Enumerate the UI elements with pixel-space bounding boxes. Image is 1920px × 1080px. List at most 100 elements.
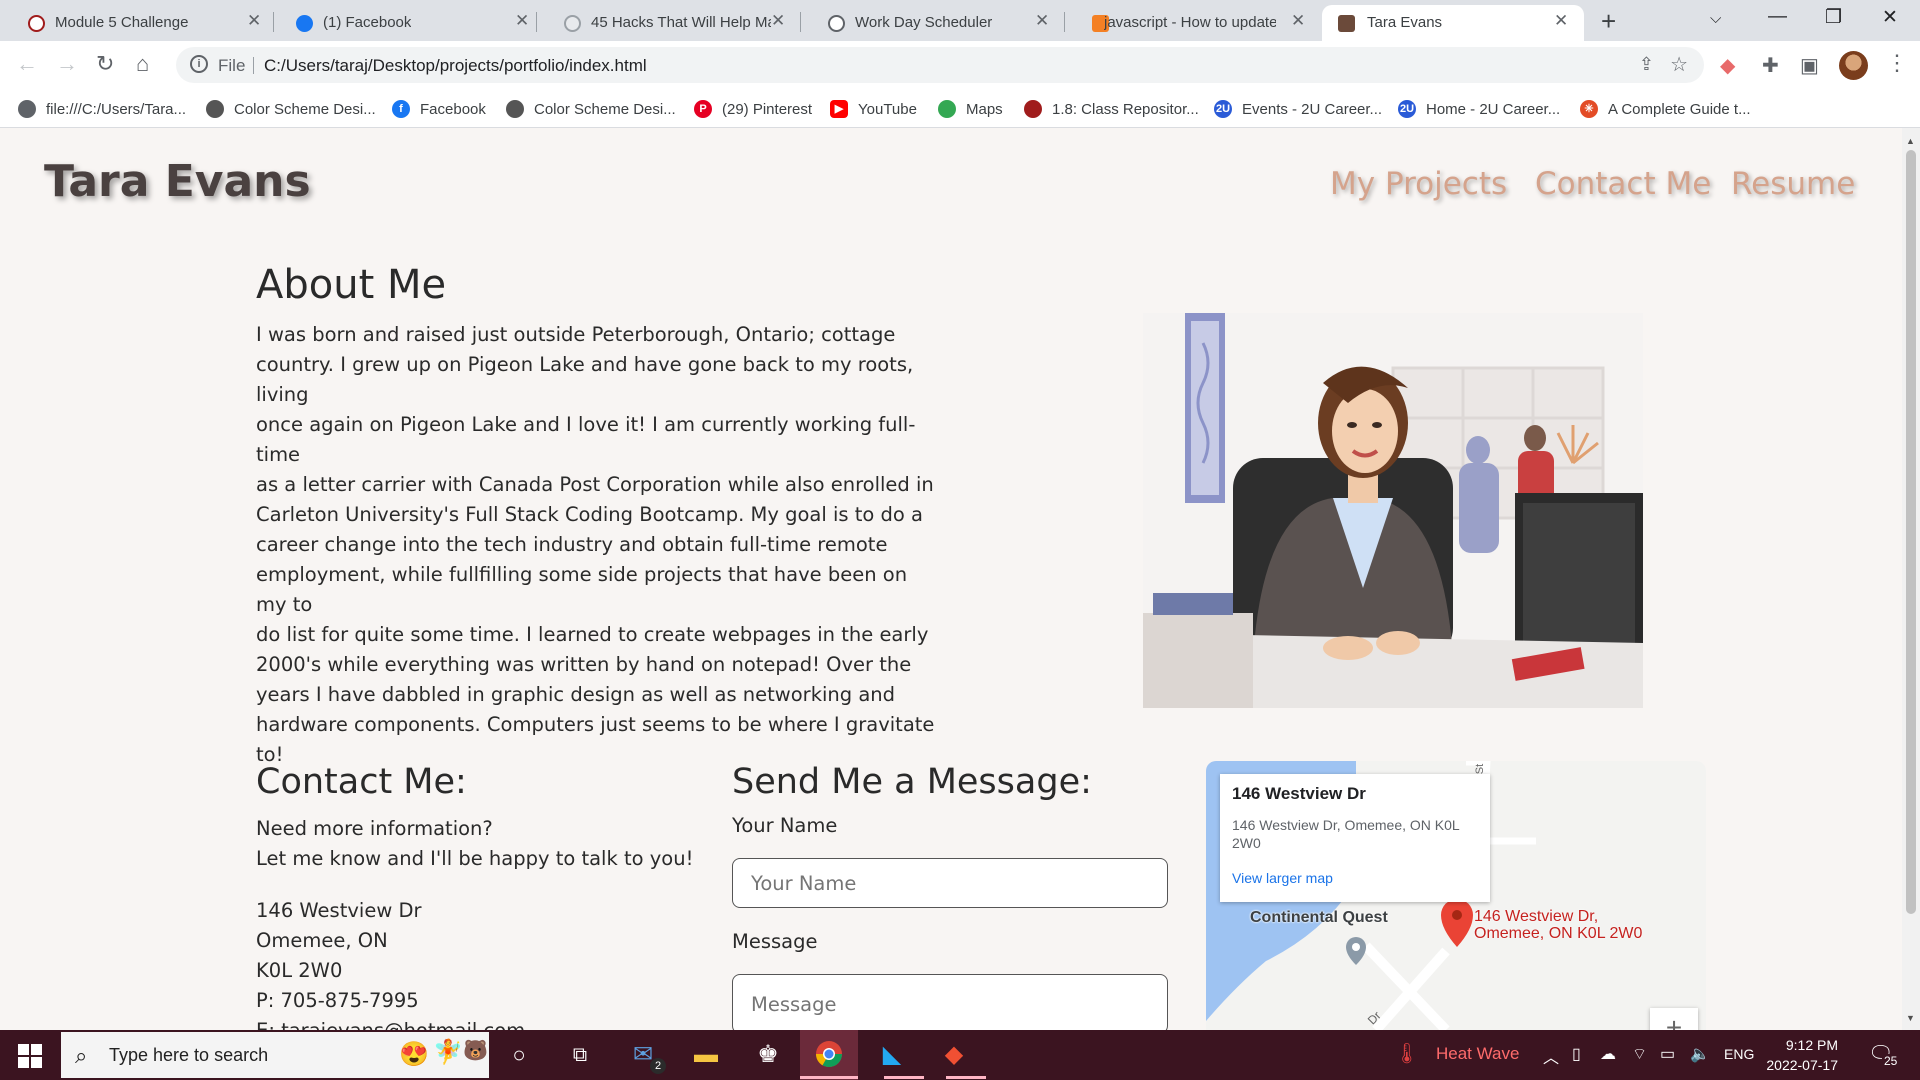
illustration-svg bbox=[1143, 313, 1643, 708]
view-larger-map-link[interactable]: View larger map bbox=[1232, 870, 1478, 886]
map-marker-line: Omemee, ON K0L 2W0 bbox=[1474, 925, 1643, 942]
map-card-title: 146 Westview Dr bbox=[1232, 784, 1366, 803]
bookmark-item[interactable]: ▶ YouTube bbox=[830, 97, 917, 121]
map-zoom-in-button[interactable]: + bbox=[1650, 1008, 1698, 1030]
restore-button[interactable]: ❐ bbox=[1825, 6, 1842, 29]
page-scrollbar[interactable]: ▲ ▼ bbox=[1902, 128, 1920, 1030]
home-button[interactable]: ⌂ bbox=[136, 51, 149, 77]
side-panel-icon[interactable]: ▣ bbox=[1800, 53, 1819, 78]
close-tab-icon[interactable]: ✕ bbox=[247, 11, 261, 31]
google-map-embed[interactable]: 146 Westview Dr 146 Westview Dr, Omemee,… bbox=[1206, 761, 1706, 1030]
tab-title: Module 5 Challenge bbox=[55, 14, 189, 31]
bookmark-item[interactable]: f Facebook bbox=[392, 97, 486, 121]
file-explorer-icon[interactable]: ▬ bbox=[690, 1040, 722, 1070]
chrome-icon[interactable] bbox=[813, 1040, 845, 1070]
battery-icon[interactable]: ▭ bbox=[1660, 1044, 1675, 1064]
map-place-label[interactable]: Continental Quest bbox=[1250, 909, 1388, 927]
tab-title: (1) Facebook bbox=[323, 14, 412, 31]
tab-45-hacks[interactable]: 45 Hacks That Will Help Ma ✕ bbox=[536, 5, 800, 41]
share-icon[interactable]: ⇪ bbox=[1639, 54, 1654, 75]
url-text[interactable]: C:/Users/taraj/Desktop/projects/portfoli… bbox=[264, 56, 647, 76]
youtube-icon: ▶ bbox=[830, 100, 848, 118]
tab-tara-evans[interactable]: Tara Evans ✕ bbox=[1322, 5, 1584, 41]
nav-my-projects[interactable]: My Projects bbox=[1330, 166, 1507, 202]
scrollbar-thumb[interactable] bbox=[1906, 150, 1916, 914]
tab-title: javascript - How to update bbox=[1104, 14, 1276, 31]
close-tab-icon[interactable]: ✕ bbox=[1291, 11, 1305, 31]
vscode-icon[interactable]: ◣ bbox=[876, 1040, 908, 1070]
address-city: Omemee, ON bbox=[256, 929, 388, 952]
back-button[interactable]: ← bbox=[16, 51, 38, 77]
about-line: Carleton University's Full Stack Coding … bbox=[256, 503, 923, 526]
new-tab-button[interactable]: + bbox=[1601, 6, 1616, 37]
language-indicator[interactable]: ENG bbox=[1724, 1046, 1754, 1062]
bookmark-item[interactable]: Color Scheme Desi... bbox=[506, 97, 676, 121]
tab-title: Tara Evans bbox=[1367, 14, 1443, 31]
forward-button[interactable]: → bbox=[56, 51, 78, 77]
scroll-down-icon[interactable]: ▼ bbox=[1906, 1013, 1915, 1023]
tab-module-5-challenge[interactable]: Module 5 Challenge ✕ bbox=[0, 5, 268, 41]
loading-icon bbox=[564, 15, 581, 32]
map-marker-line: 146 Westview Dr, bbox=[1474, 908, 1599, 925]
nav-contact-me[interactable]: Contact Me bbox=[1535, 166, 1711, 202]
taskbar-clock[interactable]: 9:12 PM 2022-07-17 bbox=[1762, 1035, 1838, 1075]
scroll-up-icon[interactable]: ▲ bbox=[1906, 136, 1915, 146]
bookmark-item[interactable]: P (29) Pinterest bbox=[694, 97, 812, 121]
bookmark-item[interactable]: 2U Events - 2U Career... bbox=[1214, 97, 1382, 121]
color-scheme-icon bbox=[506, 100, 524, 118]
git-icon[interactable]: ◆ bbox=[938, 1040, 970, 1070]
minimize-button[interactable]: — bbox=[1768, 6, 1787, 28]
weather-text[interactable]: Heat Wave bbox=[1436, 1044, 1519, 1064]
tab-search-chevron-icon[interactable]: ⌵ bbox=[1710, 10, 1721, 27]
close-window-button[interactable]: ✕ bbox=[1882, 6, 1898, 29]
extensions-puzzle-icon[interactable]: ✚ bbox=[1762, 53, 1779, 78]
chrome-logo-icon bbox=[815, 1041, 843, 1068]
volume-icon[interactable]: 🔈 bbox=[1690, 1044, 1710, 1064]
contact-intro-line: Let me know and I'll be happy to talk to… bbox=[256, 847, 694, 870]
site-info-icon[interactable]: i bbox=[190, 55, 208, 73]
message-input[interactable] bbox=[732, 974, 1168, 1030]
chrome-menu-icon[interactable]: ⋮ bbox=[1886, 50, 1908, 76]
tab-facebook[interactable]: (1) Facebook ✕ bbox=[268, 5, 536, 41]
bookmark-item[interactable]: 2U Home - 2U Career... bbox=[1398, 97, 1560, 121]
device-icon[interactable]: ▯ bbox=[1572, 1044, 1581, 1064]
bookmark-item[interactable]: 1.8: Class Repositor... bbox=[1024, 97, 1199, 121]
running-indicator bbox=[884, 1076, 924, 1079]
bookmark-item[interactable]: Color Scheme Desi... bbox=[206, 97, 376, 121]
map-marker-label[interactable]: 146 Westview Dr, Omemee, ON K0L 2W0 bbox=[1474, 908, 1642, 942]
bookmark-item[interactable]: Maps bbox=[938, 97, 1003, 121]
name-label: Your Name bbox=[732, 814, 838, 837]
contact-email[interactable]: E: tarajevans@hotmail.com bbox=[256, 1016, 525, 1030]
nav-resume[interactable]: Resume bbox=[1731, 166, 1855, 202]
site-name[interactable]: Tara Evans bbox=[44, 156, 311, 207]
task-view-icon[interactable]: ⧉ bbox=[564, 1040, 596, 1070]
extension-icon[interactable]: ◆ bbox=[1720, 53, 1735, 78]
wifi-icon[interactable]: ⌔ bbox=[1632, 1044, 1647, 1064]
show-hidden-icons[interactable]: ︿ bbox=[1543, 1044, 1559, 1068]
clock-time: 9:12 PM bbox=[1785, 1037, 1838, 1053]
close-tab-icon[interactable]: ✕ bbox=[1035, 11, 1049, 31]
tab-work-day-scheduler[interactable]: Work Day Scheduler ✕ bbox=[800, 5, 1064, 41]
name-input[interactable] bbox=[732, 858, 1168, 908]
weather-icon[interactable]: 🌡 bbox=[1394, 1041, 1419, 1066]
app-icon[interactable]: ♚ bbox=[752, 1040, 784, 1070]
profile-avatar[interactable] bbox=[1839, 51, 1868, 80]
about-line: hardware components. Computers just seem… bbox=[256, 713, 935, 736]
close-tab-icon[interactable]: ✕ bbox=[515, 11, 529, 31]
bookmark-label: Home - 2U Career... bbox=[1426, 100, 1561, 118]
bookmark-item[interactable]: ✳ A Complete Guide t... bbox=[1580, 97, 1751, 121]
address-bar[interactable]: i File C:/Users/taraj/Desktop/projects/p… bbox=[176, 47, 1704, 83]
close-tab-icon[interactable]: ✕ bbox=[771, 11, 785, 31]
contact-intro-line: Need more information? bbox=[256, 817, 493, 840]
bookmark-item[interactable]: file:///C:/Users/Tara... bbox=[18, 97, 186, 121]
cortana-icon[interactable]: ○ bbox=[503, 1040, 535, 1070]
reload-button[interactable]: ↻ bbox=[96, 51, 114, 77]
search-highlight-icon: 🐻 bbox=[463, 1040, 488, 1062]
taskbar-search-box[interactable]: ⌕ Type here to search 😍 🧚 🐻 bbox=[61, 1032, 489, 1078]
tab-stackoverflow[interactable]: javascript - How to update ✕ bbox=[1064, 5, 1320, 41]
active-indicator bbox=[800, 1076, 858, 1079]
close-tab-icon[interactable]: ✕ bbox=[1554, 11, 1568, 31]
onedrive-icon[interactable]: ☁ bbox=[1600, 1044, 1616, 1064]
windows-start-button[interactable] bbox=[18, 1044, 42, 1073]
bookmark-star-icon[interactable]: ☆ bbox=[1670, 52, 1688, 77]
